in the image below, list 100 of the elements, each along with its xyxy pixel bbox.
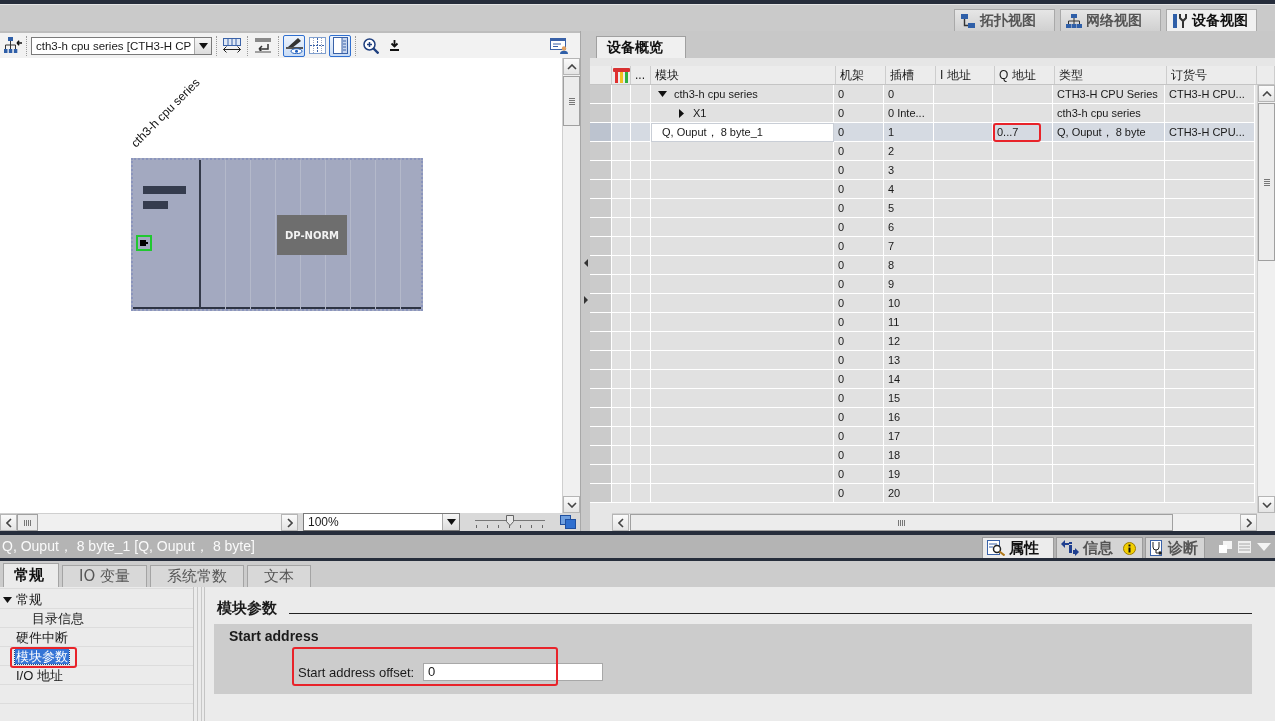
row-header[interactable]	[590, 446, 612, 465]
scroll-up-button[interactable]	[563, 58, 580, 75]
table-cell	[631, 370, 651, 389]
row-header[interactable]	[590, 104, 612, 123]
chevron-left-icon	[5, 517, 12, 528]
list-icon[interactable]	[1238, 540, 1251, 553]
column-header[interactable]: Q 地址	[999, 66, 1036, 84]
module-name: X1	[693, 107, 707, 119]
nav-item[interactable]: 硬件中断	[15, 630, 69, 645]
restore-icon[interactable]	[1219, 540, 1232, 553]
hierarchy-arrow-icon[interactable]	[4, 37, 22, 54]
caret-down-icon[interactable]	[3, 596, 12, 603]
scrollbar[interactable]	[1257, 85, 1275, 513]
scroll-down-button[interactable]	[563, 496, 580, 513]
table-cell: 7	[884, 237, 934, 256]
slider-thumb[interactable]	[506, 515, 514, 526]
row-header[interactable]	[590, 370, 612, 389]
view-tab[interactable]: 设备视图	[1166, 9, 1257, 31]
toolbar-button[interactable]	[306, 34, 329, 57]
scroll-up-button[interactable]	[1258, 85, 1275, 102]
panel-tab[interactable]: 设备概览	[596, 36, 686, 58]
row-header[interactable]	[590, 427, 612, 446]
triangle-right-icon[interactable]	[583, 295, 588, 304]
table-cell: 20	[884, 484, 934, 503]
scrollbar-thumb[interactable]	[17, 514, 38, 531]
tab[interactable]: 常规	[3, 563, 59, 587]
caret-down-icon[interactable]	[198, 42, 208, 49]
table-cell: 0	[834, 351, 884, 370]
network-icon	[1066, 12, 1082, 29]
table-cell	[993, 142, 1053, 161]
row-header[interactable]	[590, 484, 612, 503]
table-cell	[934, 332, 993, 351]
toolbar-button[interactable]	[283, 34, 306, 57]
row-header[interactable]	[590, 465, 612, 484]
squares-icon[interactable]	[560, 515, 576, 529]
view-tab[interactable]: 拓扑视图	[954, 9, 1055, 31]
table-cell: 0	[834, 427, 884, 446]
table-cell	[934, 180, 993, 199]
scroll-down-button[interactable]	[1258, 496, 1275, 513]
splitter[interactable]	[193, 587, 205, 721]
scrollbar[interactable]	[562, 58, 580, 513]
triangle-left-icon[interactable]	[583, 258, 588, 267]
scrollbar-thumb[interactable]	[1258, 103, 1275, 261]
row-header[interactable]	[590, 218, 612, 237]
scroll-right-button[interactable]	[281, 514, 298, 531]
nav-item[interactable]: 常规	[15, 592, 43, 607]
scroll-right-button[interactable]	[1240, 514, 1257, 531]
tab[interactable]: 系统常数	[150, 565, 244, 587]
column-header[interactable]: 机架	[840, 66, 864, 84]
row-header[interactable]	[590, 389, 612, 408]
table-cell	[612, 465, 631, 484]
scrollbar-thumb[interactable]	[630, 514, 1173, 531]
zoom-dropdown[interactable]: 100%	[303, 513, 460, 531]
panel-tab[interactable]: 信息	[1056, 537, 1143, 558]
row-header[interactable]	[590, 351, 612, 370]
scroll-left-button[interactable]	[612, 514, 629, 531]
row-header[interactable]	[590, 142, 612, 161]
row-header[interactable]	[590, 408, 612, 427]
row-header[interactable]	[590, 180, 612, 199]
stethoscope-icon	[1150, 540, 1164, 556]
table-cell: 14	[884, 370, 934, 389]
row-header[interactable]	[590, 199, 612, 218]
caret-down-icon[interactable]	[658, 91, 667, 97]
table-cell	[612, 389, 631, 408]
scrollbar[interactable]	[612, 513, 1257, 531]
scrollbar-thumb[interactable]	[563, 76, 580, 126]
scrollbar[interactable]	[0, 513, 298, 531]
table-cell	[934, 123, 993, 142]
nav-item[interactable]: 模块参数	[15, 649, 69, 664]
toolbar-button[interactable]	[329, 34, 352, 57]
table-cell: 0	[834, 199, 884, 218]
column-header[interactable]: ...	[635, 68, 645, 82]
caret-right-icon[interactable]	[679, 108, 684, 118]
window-user-icon[interactable]	[550, 37, 568, 54]
nav-item[interactable]: 目录信息	[31, 611, 85, 626]
row-header[interactable]	[590, 332, 612, 351]
table-cell: 0	[834, 142, 884, 161]
column-header[interactable]: 模块	[655, 66, 679, 84]
input-field[interactable]: 0	[423, 663, 604, 681]
panel-tab[interactable]: 诊断	[1145, 537, 1205, 558]
table-cell: 0	[834, 180, 884, 199]
tab[interactable]: IO 变量	[62, 565, 147, 587]
panel-tab[interactable]: 属性	[982, 537, 1054, 558]
column-header[interactable]: 类型	[1059, 66, 1083, 84]
table-cell: 0	[834, 161, 884, 180]
column-header[interactable]: 插槽	[890, 66, 914, 84]
row-header[interactable]	[590, 85, 612, 104]
table-cell	[993, 180, 1053, 199]
scroll-left-button[interactable]	[0, 514, 17, 531]
caret-down-icon[interactable]	[446, 519, 456, 525]
column-header[interactable]: 订货号	[1171, 66, 1207, 84]
tab[interactable]: 文本	[247, 565, 311, 587]
row-header[interactable]	[590, 313, 612, 332]
view-tab[interactable]: 网络视图	[1060, 9, 1161, 31]
column-header[interactable]: I 地址	[940, 66, 971, 84]
device-dropdown[interactable]: cth3-h cpu series [CTH3-H CP	[31, 36, 213, 55]
nav-item[interactable]: I/O 地址	[15, 668, 64, 683]
table-cell	[612, 199, 631, 218]
row-header[interactable]	[590, 161, 612, 180]
row-header[interactable]	[590, 123, 612, 142]
